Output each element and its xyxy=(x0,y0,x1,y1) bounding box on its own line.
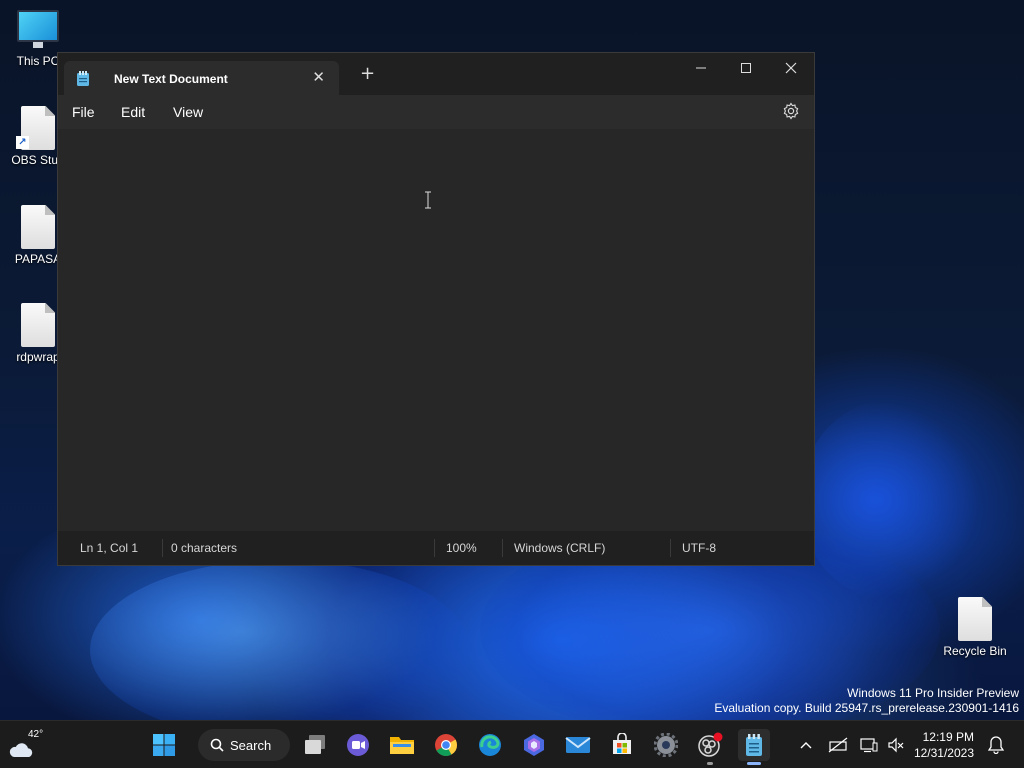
tray-network-button[interactable] xyxy=(822,729,854,761)
status-separator xyxy=(434,539,435,557)
tab-title: New Text Document xyxy=(114,72,228,86)
title-bar[interactable]: New Text Document ✕ + xyxy=(58,53,814,95)
mail-icon xyxy=(565,737,591,753)
copilot-button[interactable] xyxy=(518,729,550,761)
watermark-line: Windows 11 Pro Insider Preview xyxy=(847,686,1019,700)
meet-icon xyxy=(347,734,369,756)
file-icon xyxy=(21,303,55,347)
edge-icon xyxy=(479,734,501,756)
close-window-button[interactable] xyxy=(768,53,814,83)
chevron-up-icon xyxy=(800,742,812,749)
settings-button[interactable] xyxy=(650,729,682,761)
settings-gear-icon[interactable] xyxy=(782,102,800,123)
taskbar: 42° Search 12:19 PM 12/31/2023 xyxy=(0,720,1024,768)
store-button[interactable] xyxy=(606,729,638,761)
obs-icon xyxy=(698,732,723,757)
close-tab-icon[interactable]: ✕ xyxy=(312,68,325,86)
minimize-icon xyxy=(696,67,706,69)
maximize-button[interactable] xyxy=(723,53,769,83)
minimize-button[interactable] xyxy=(678,53,724,83)
edge-button[interactable] xyxy=(474,729,506,761)
active-indicator xyxy=(747,762,761,765)
status-separator xyxy=(502,539,503,557)
mail-button[interactable] xyxy=(562,729,594,761)
status-position: Ln 1, Col 1 xyxy=(80,541,139,555)
desktop-icon-recycle-bin[interactable]: Recycle Bin xyxy=(937,597,1013,658)
taskbar-clock[interactable]: 12:19 PM 12/31/2023 xyxy=(912,729,974,761)
wallpaper-swirl xyxy=(800,400,980,600)
menu-edit[interactable]: Edit xyxy=(121,104,145,120)
task-view-icon xyxy=(305,735,325,754)
desktop-icon-label: Recycle Bin xyxy=(943,644,1007,658)
status-zoom[interactable]: 100% xyxy=(446,541,477,555)
clock-time: 12:19 PM xyxy=(922,730,974,744)
text-cursor-icon xyxy=(424,191,432,212)
notifications-button[interactable] xyxy=(980,729,1012,761)
show-hidden-icons-button[interactable] xyxy=(790,729,822,761)
chrome-button[interactable] xyxy=(430,729,462,761)
start-icon xyxy=(153,734,175,756)
search-label: Search xyxy=(230,737,272,753)
obs-button[interactable] xyxy=(694,729,726,765)
display-icon xyxy=(860,738,878,753)
store-icon xyxy=(613,733,631,754)
status-separator xyxy=(670,539,671,557)
bell-icon xyxy=(988,736,1004,754)
menu-view[interactable]: View xyxy=(173,104,203,120)
copilot-icon xyxy=(524,734,544,756)
menu-file[interactable]: File xyxy=(72,104,95,120)
menu-bar: File Edit View xyxy=(58,95,814,129)
new-tab-button[interactable]: + xyxy=(360,65,375,83)
computer-icon xyxy=(17,10,59,48)
file-explorer-icon xyxy=(390,737,414,754)
watermark-line: Evaluation copy. Build 25947.rs_prerelea… xyxy=(714,701,1019,715)
start-button[interactable] xyxy=(148,729,180,761)
status-separator xyxy=(162,539,163,557)
text-editor-area[interactable] xyxy=(58,129,814,531)
file-explorer-button[interactable] xyxy=(386,729,418,761)
recycle-bin-icon xyxy=(958,597,992,641)
shortcut-arrow-icon: ↗ xyxy=(16,136,29,149)
status-bar: Ln 1, Col 1 0 characters 100% Windows (C… xyxy=(58,531,814,565)
status-line-ending[interactable]: Windows (CRLF) xyxy=(514,541,605,555)
search-icon xyxy=(210,738,224,752)
network-disconnected-icon xyxy=(828,737,848,753)
weather-temp: 42° xyxy=(28,729,44,740)
settings-icon xyxy=(654,733,678,757)
tray-volume-button[interactable] xyxy=(880,729,912,761)
maximize-icon xyxy=(741,63,751,73)
meet-button[interactable] xyxy=(342,729,374,761)
notepad-icon xyxy=(746,734,762,756)
clock-date: 12/31/2023 xyxy=(913,746,974,760)
cloud-icon xyxy=(9,743,33,757)
status-characters: 0 characters xyxy=(171,541,238,555)
wallpaper-swirl xyxy=(90,560,470,740)
evaluation-watermark: Windows 11 Pro Insider Preview Evaluatio… xyxy=(714,686,1019,716)
notepad-button[interactable] xyxy=(738,729,770,765)
tab-new-text-document[interactable]: New Text Document ✕ xyxy=(64,61,339,95)
taskbar-search[interactable]: Search xyxy=(198,729,290,761)
notepad-icon xyxy=(76,71,90,90)
status-encoding[interactable]: UTF-8 xyxy=(682,541,716,555)
task-view-button[interactable] xyxy=(299,729,331,761)
volume-muted-icon xyxy=(888,737,904,753)
chrome-icon xyxy=(435,734,457,756)
weather-widget[interactable]: 42° xyxy=(8,729,48,761)
file-icon xyxy=(21,205,55,249)
running-indicator xyxy=(707,762,713,765)
close-icon xyxy=(785,62,797,74)
notepad-window: New Text Document ✕ + File Edit View Ln … xyxy=(57,52,815,566)
